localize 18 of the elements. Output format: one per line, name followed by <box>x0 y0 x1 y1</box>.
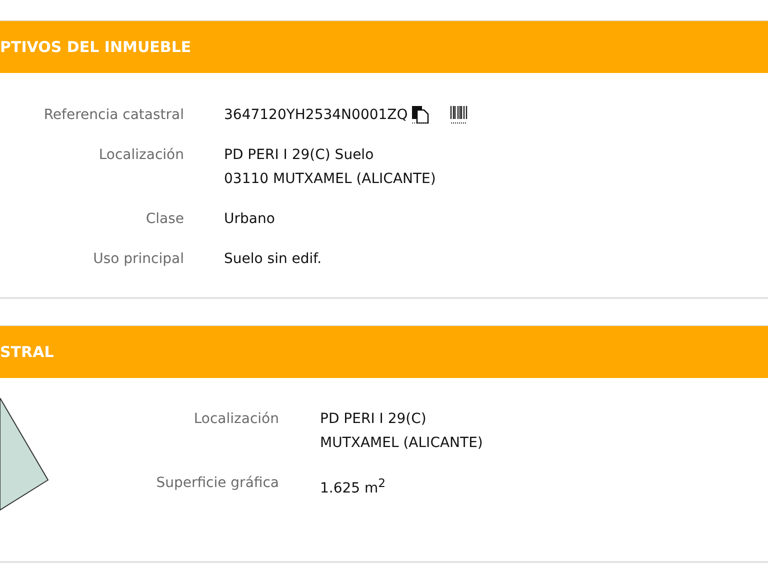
section-title: STRAL <box>0 343 54 361</box>
barcode-icon[interactable] <box>450 105 468 125</box>
field-label: Localización <box>98 146 184 165</box>
field-value: PD PERI I 29(C) Suelo <box>224 146 374 165</box>
field-label: Referencia catastral <box>42 106 184 125</box>
section-title: PTIVOS DEL INMUEBLE <box>0 38 192 56</box>
field-value: Urbano <box>224 210 275 229</box>
field-label: Localización <box>192 410 279 429</box>
field-value: Suelo sin edif. <box>224 250 322 269</box>
field-label: Superficie gráfica <box>155 474 279 493</box>
field-value: 03110 MUTXAMEL (ALICANTE) <box>224 170 436 189</box>
field-value: 1.625 m$^{2}$ <box>320 475 386 499</box>
field-label: Clase <box>144 210 184 229</box>
field-value: MUTXAMEL (ALICANTE) <box>320 434 483 453</box>
field-value: 3647120YH2534N0001ZQ <box>224 106 408 125</box>
copy-icon[interactable] <box>410 105 429 125</box>
field-value: PD PERI I 29(C) <box>320 410 426 429</box>
field-label: Uso principal <box>92 250 184 269</box>
